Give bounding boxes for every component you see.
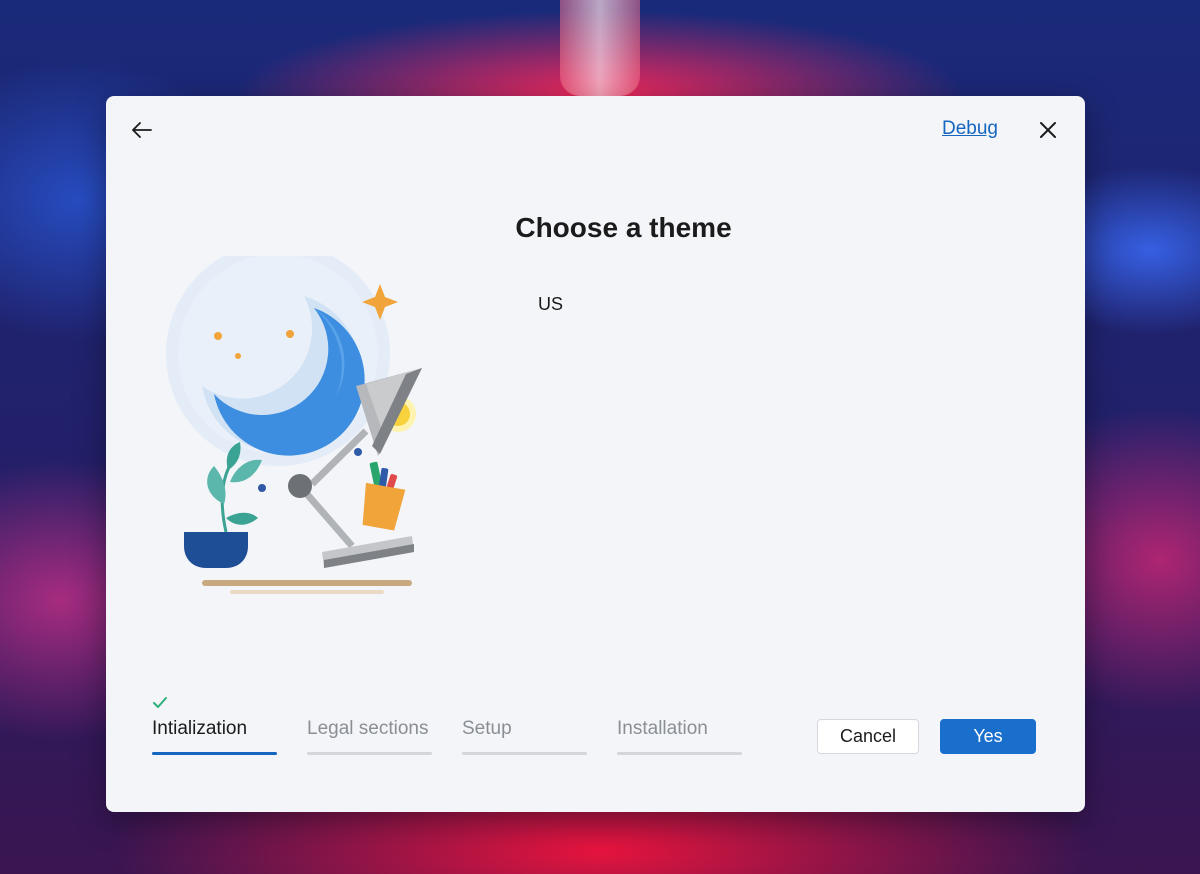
yes-button[interactable]: Yes bbox=[940, 719, 1036, 754]
step-progress-bar bbox=[152, 752, 277, 755]
back-arrow-icon bbox=[132, 122, 152, 138]
desk-lamp-illustration bbox=[166, 256, 422, 594]
step-label: Installation bbox=[617, 718, 708, 739]
close-button[interactable] bbox=[1034, 116, 1062, 144]
step-progress-bar bbox=[462, 752, 587, 755]
step-initialization: Intialization bbox=[152, 697, 277, 755]
back-button[interactable] bbox=[128, 116, 156, 144]
region-text: US bbox=[538, 294, 564, 314]
setup-dialog: Debug Choose a theme US Intialization Le… bbox=[106, 96, 1085, 812]
step-legal-sections: Legal sections bbox=[307, 718, 432, 755]
background-decoration bbox=[560, 0, 640, 96]
page-title: Choose a theme bbox=[515, 212, 732, 243]
debug-link[interactable]: Debug bbox=[942, 118, 998, 140]
step-progress-bar bbox=[617, 752, 742, 755]
checkmark-icon bbox=[153, 697, 167, 708]
step-label: Setup bbox=[462, 718, 512, 739]
step-installation: Installation bbox=[617, 718, 742, 755]
step-label: Intialization bbox=[152, 718, 248, 739]
step-progress-bar bbox=[307, 752, 432, 755]
step-setup: Setup bbox=[462, 718, 587, 755]
step-label: Legal sections bbox=[307, 718, 429, 739]
cancel-button[interactable]: Cancel bbox=[817, 719, 919, 754]
close-icon bbox=[1040, 122, 1056, 138]
